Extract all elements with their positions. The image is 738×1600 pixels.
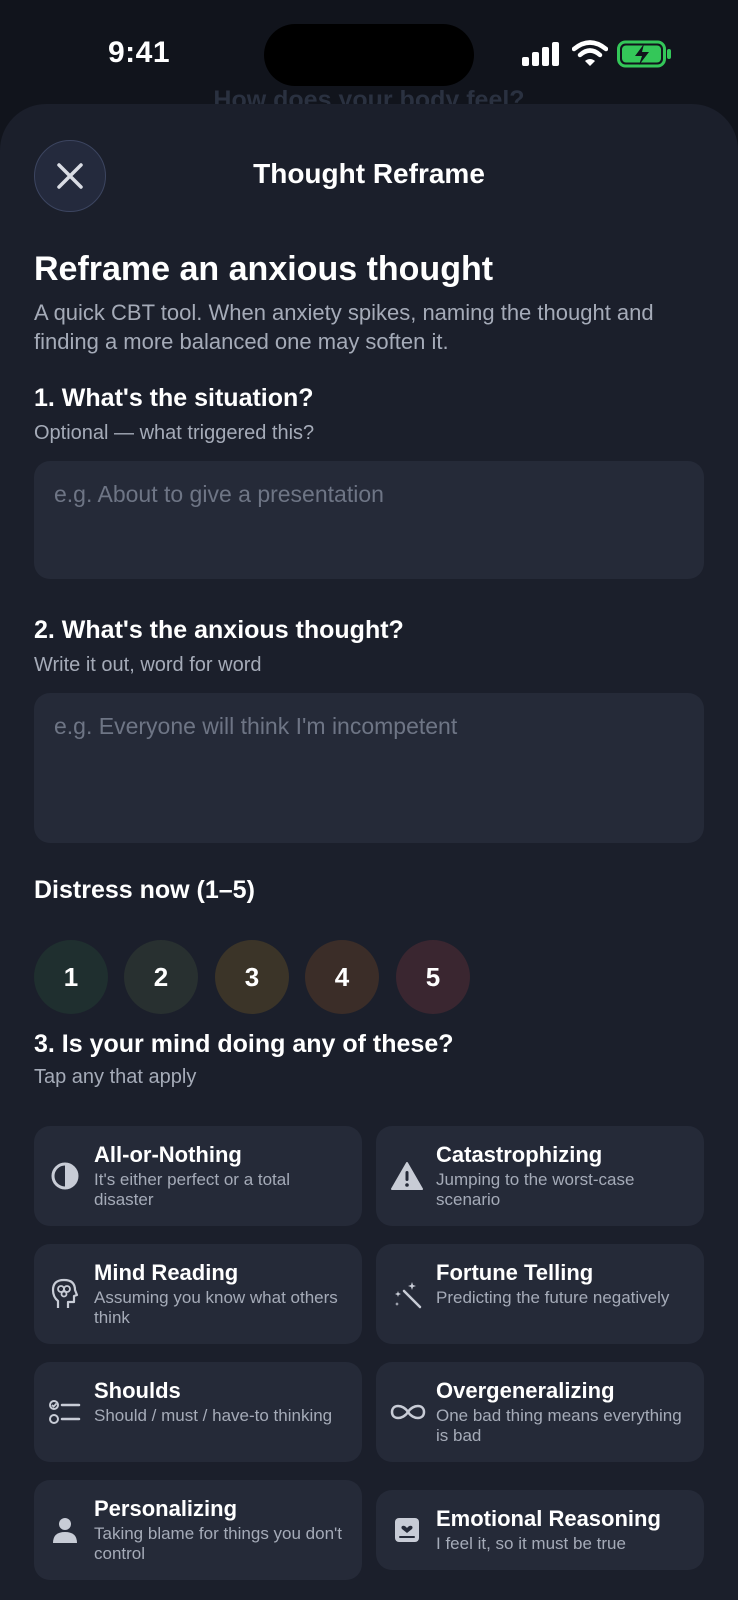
distress-option-label: 3 — [244, 961, 260, 992]
thought-placeholder: e.g. Everyone will think I'm incompetent — [54, 713, 458, 739]
magic-wand-icon — [390, 1277, 424, 1311]
situation-placeholder: e.g. About to give a presentation — [54, 481, 384, 507]
status-bar: 9:41 — [0, 0, 738, 100]
distress-option-2[interactable]: 2 — [124, 940, 198, 1014]
distress-option-label: 1 — [63, 961, 79, 992]
wifi-icon — [572, 40, 608, 66]
distortion-desc: Should / must / have-to thinking — [94, 1406, 333, 1425]
distortion-desc: I feel it, so it must be true — [436, 1534, 626, 1553]
head-brain-icon — [48, 1277, 82, 1311]
page-heading: Reframe an anxious thought — [34, 250, 494, 288]
intro-text: A quick CBT tool. When anxiety spikes, n… — [34, 300, 654, 354]
infinity-icon — [388, 1395, 428, 1429]
thought-input[interactable]: e.g. Everyone will think I'm incompetent — [34, 693, 704, 843]
distortion-desc: Predicting the future negatively — [436, 1288, 670, 1307]
distortion-card-all-or-nothing[interactable]: All-or-Nothing It's either perfect or a … — [34, 1126, 362, 1226]
distortion-title: Emotional Reasoning — [436, 1506, 661, 1531]
distortion-card-fortune-telling[interactable]: Fortune Telling Predicting the future ne… — [376, 1244, 704, 1344]
distortions-question: 3. Is your mind doing any of these? — [34, 1030, 454, 1058]
distortion-title: Fortune Telling — [436, 1260, 594, 1285]
distortion-desc: Jumping to the worst-case scenario — [436, 1170, 635, 1209]
status-time: 9:41 — [108, 36, 171, 69]
thought-reframe-sheet: Thought Reframe Reframe an anxious thoug… — [0, 104, 738, 1600]
distress-option-1[interactable]: 1 — [34, 940, 108, 1014]
checklist-icon — [48, 1395, 82, 1429]
distortion-title: Mind Reading — [94, 1260, 239, 1285]
distress-option-label: 5 — [425, 961, 441, 992]
distress-label: Distress now (1–5) — [34, 876, 255, 904]
distress-option-4[interactable]: 4 — [305, 940, 379, 1014]
distortion-title: Personalizing — [94, 1496, 238, 1521]
distortion-desc: One bad thing means everything is bad — [436, 1406, 682, 1445]
distress-option-label: 2 — [153, 961, 169, 992]
situation-hint: Optional — what triggered this? — [34, 422, 315, 444]
distortion-title: Overgeneralizing — [436, 1378, 615, 1403]
distortion-title: All-or-Nothing — [94, 1142, 242, 1167]
distortion-card-emotional-reasoning[interactable]: Emotional Reasoning I feel it, so it mus… — [376, 1490, 704, 1570]
battery-charging-icon — [617, 40, 671, 68]
distortion-title: Catastrophizing — [436, 1142, 603, 1167]
person-icon — [48, 1513, 82, 1547]
distortion-card-overgeneralizing[interactable]: Overgeneralizing One bad thing means eve… — [376, 1362, 704, 1462]
sheet-title: Thought Reframe — [253, 158, 485, 189]
distortion-card-catastrophizing[interactable]: Catastrophizing Jumping to the worst-cas… — [376, 1126, 704, 1226]
distress-option-3[interactable]: 3 — [215, 940, 289, 1014]
thought-hint: Write it out, word for word — [34, 654, 262, 676]
distortion-card-personalizing[interactable]: Personalizing Taking blame for things yo… — [34, 1480, 362, 1580]
journal-icon — [390, 1513, 424, 1547]
distortion-card-shoulds[interactable]: Shoulds Should / must / have-to thinking — [34, 1362, 362, 1462]
situation-input[interactable]: e.g. About to give a presentation — [34, 461, 704, 579]
distress-option-5[interactable]: 5 — [396, 940, 470, 1014]
thought-question: 2. What's the anxious thought? — [34, 616, 404, 644]
half-circle-icon — [48, 1159, 82, 1193]
distortion-title: Shoulds — [94, 1378, 181, 1403]
distortion-card-mind-reading[interactable]: Mind Reading Assuming you know what othe… — [34, 1244, 362, 1344]
distress-option-label: 4 — [334, 961, 350, 992]
distortion-desc: Assuming you know what others think — [94, 1288, 338, 1327]
cellular-signal-icon — [522, 42, 559, 66]
warning-icon — [390, 1159, 424, 1193]
distortions-hint: Tap any that apply — [34, 1066, 197, 1088]
dynamic-island — [264, 24, 474, 86]
distortion-desc: Taking blame for things you don't contro… — [94, 1524, 343, 1563]
distortion-desc: It's either perfect or a total disaster — [94, 1170, 291, 1209]
situation-question: 1. What's the situation? — [34, 384, 314, 412]
